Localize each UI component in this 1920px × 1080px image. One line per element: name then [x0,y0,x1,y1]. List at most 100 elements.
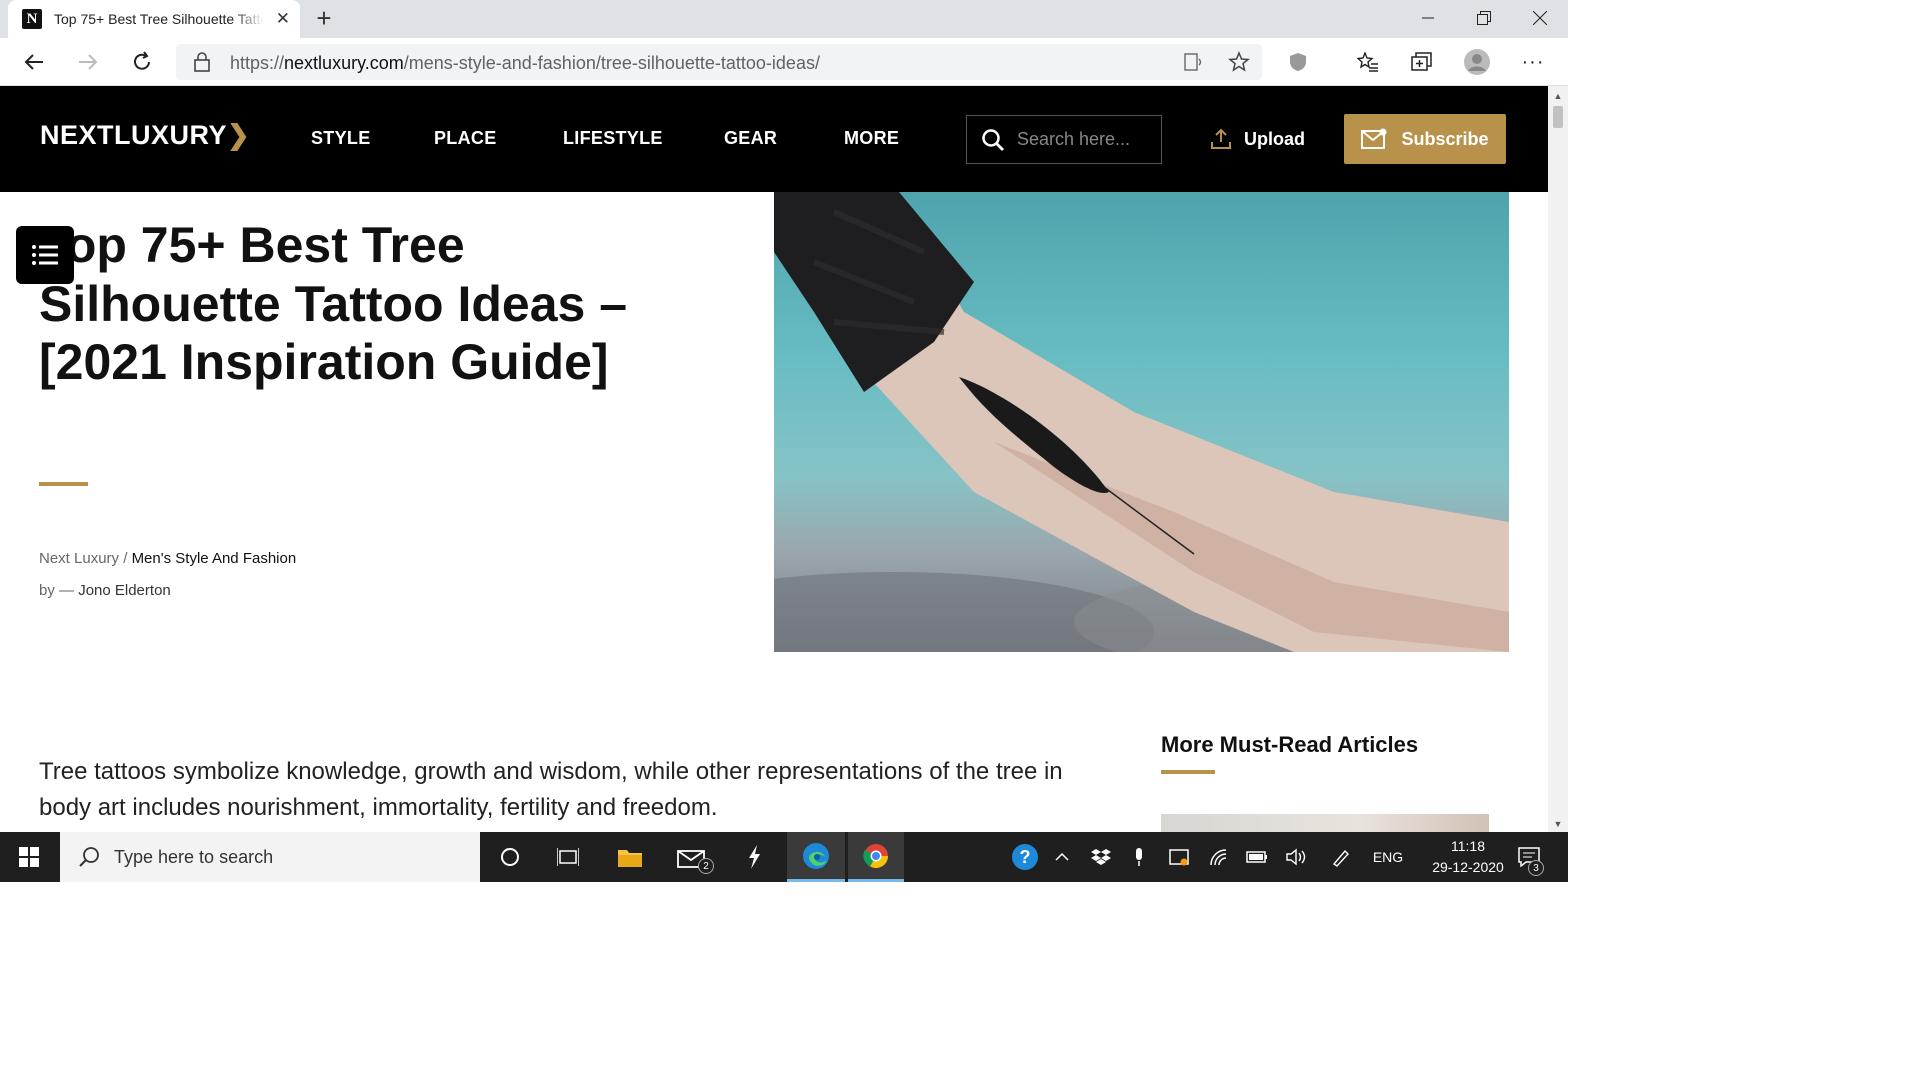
profile-button[interactable] [1463,48,1491,76]
restore-button[interactable] [1456,0,1512,36]
byline: by — Jono Elderton [39,582,171,599]
wifi-icon[interactable] [1208,846,1230,868]
start-button[interactable] [0,832,58,882]
tab-title: Top 75+ Best Tree Silhouette Tattoo Idea… [54,11,264,27]
edge-browser-button[interactable] [787,832,845,882]
site-search-input[interactable]: Search here... [966,115,1162,164]
avatar-icon [1464,49,1490,75]
url-host: nextluxury.com [284,53,404,73]
upload-button[interactable]: Upload [1210,128,1305,150]
lightning-app-icon [749,845,760,869]
back-arrow-icon [24,54,43,70]
table-of-contents-button[interactable] [16,226,74,284]
refresh-icon [134,51,150,70]
logo-text: NEXTLUXURY [40,120,228,150]
nav-place[interactable]: PLACE [434,128,497,149]
close-icon [1533,11,1547,25]
nav-lifestyle[interactable]: LIFESTYLE [563,128,663,149]
read-aloud-icon[interactable] [1184,52,1204,72]
site-favicon-icon: N [22,9,42,29]
lock-icon [194,52,210,72]
battery-icon[interactable] [1246,846,1268,868]
minimize-icon [1422,17,1434,19]
favorites-list-icon [1357,52,1378,72]
nav-more[interactable]: MORE [844,128,899,149]
dropbox-icon[interactable] [1090,846,1112,868]
volume-icon[interactable] [1286,846,1308,868]
favorites-button[interactable] [1354,48,1382,76]
address-bar[interactable]: https://nextluxury.com/mens-style-and-fa… [176,44,1262,80]
windows-taskbar: Type here to search 2 ? ENG 11:18 29-12-… [0,832,1568,882]
subscribe-label: Subscribe [1401,128,1489,149]
taskbar-search-placeholder: Type here to search [114,846,274,867]
browser-tab-active[interactable]: N Top 75+ Best Tree Silhouette Tattoo Id… [8,0,300,38]
byline-prefix: by — [39,582,79,599]
new-tab-button[interactable]: + [310,3,338,33]
shield-icon [1290,53,1306,71]
refresh-button[interactable] [128,48,156,76]
site-logo[interactable]: NEXTLUXURY❯ [40,120,250,151]
scroll-down-arrow-icon[interactable]: ▼ [1548,816,1568,832]
breadcrumb-category-link[interactable]: Men's Style And Fashion [132,550,297,567]
browser-tab-bar: N Top 75+ Best Tree Silhouette Tattoo Id… [0,0,1568,38]
mail-icon [1361,128,1387,149]
tracking-prevention-button[interactable] [1284,48,1312,76]
favorite-star-icon[interactable] [1228,51,1250,73]
scroll-thumb[interactable] [1553,106,1563,128]
file-explorer-button[interactable] [602,832,658,882]
article-title: Top 75+ Best Tree Silhouette Tattoo Idea… [39,217,628,390]
cortana-circle-icon [501,848,519,866]
chrome-icon [863,843,888,868]
help-icon[interactable]: ? [1012,844,1038,870]
pen-ink-workspace-icon[interactable] [1330,846,1352,868]
collections-icon [1411,52,1432,71]
cortana-button[interactable] [482,832,538,882]
logo-chevron-icon: ❯ [227,120,251,150]
search-placeholder: Search here... [1017,129,1131,149]
microphone-icon[interactable] [1128,846,1150,868]
forward-arrow-icon [79,54,98,70]
more-dots-icon: ··· [1521,50,1545,73]
system-clock[interactable]: 11:18 29-12-2020 [1420,836,1516,878]
show-hidden-icons-chevron-icon[interactable] [1051,846,1073,868]
author-link[interactable]: Jono Elderton [78,582,171,599]
device-status-icon[interactable] [1168,846,1190,868]
close-window-button[interactable] [1512,0,1568,36]
restore-icon [1477,11,1491,25]
forward-button[interactable] [74,48,102,76]
minimize-button[interactable] [1400,0,1456,36]
upload-label: Upload [1244,128,1305,149]
back-button[interactable] [20,48,48,76]
article-intro: Tree tattoos symbolize knowledge, growth… [39,758,1063,821]
language-indicator[interactable]: ENG [1372,846,1404,868]
chrome-browser-button[interactable] [848,832,904,882]
search-icon [79,847,99,867]
browser-toolbar: https://nextluxury.com/mens-style-and-fa… [0,38,1568,86]
task-view-icon [557,848,579,866]
sidebar-article-thumbnail[interactable] [1161,814,1489,832]
subscribe-button[interactable]: Subscribe [1344,114,1506,164]
app-launcher-button[interactable] [726,832,782,882]
scroll-up-arrow-icon[interactable]: ▲ [1548,88,1568,104]
notification-count-badge: 3 [1528,860,1544,876]
sidebar-heading: More Must-Read Articles [1161,732,1419,757]
tab-close-icon[interactable]: ✕ [276,9,290,29]
edge-browser-icon [803,842,829,869]
title-divider [39,482,88,486]
list-icon [32,245,58,265]
breadcrumb-home-link[interactable]: Next Luxury [39,550,119,567]
mail-count-badge: 2 [698,858,714,874]
action-center-icon[interactable]: 3 [1518,846,1544,876]
settings-more-button[interactable]: ··· [1519,48,1547,76]
site-header: NEXTLUXURY❯ STYLE PLACE LIFESTYLE GEAR M… [0,86,1548,192]
mail-app-button[interactable]: 2 [664,832,720,882]
upload-icon [1211,128,1231,149]
collections-button[interactable] [1408,48,1436,76]
page-scrollbar[interactable]: ▲ ▼ [1548,86,1568,832]
task-view-button[interactable] [540,832,596,882]
taskbar-search-box[interactable]: Type here to search [60,832,480,882]
nav-gear[interactable]: GEAR [724,128,777,149]
hero-image [774,192,1509,652]
nav-style[interactable]: STYLE [311,128,371,149]
clock-time: 11:18 [1451,838,1485,854]
